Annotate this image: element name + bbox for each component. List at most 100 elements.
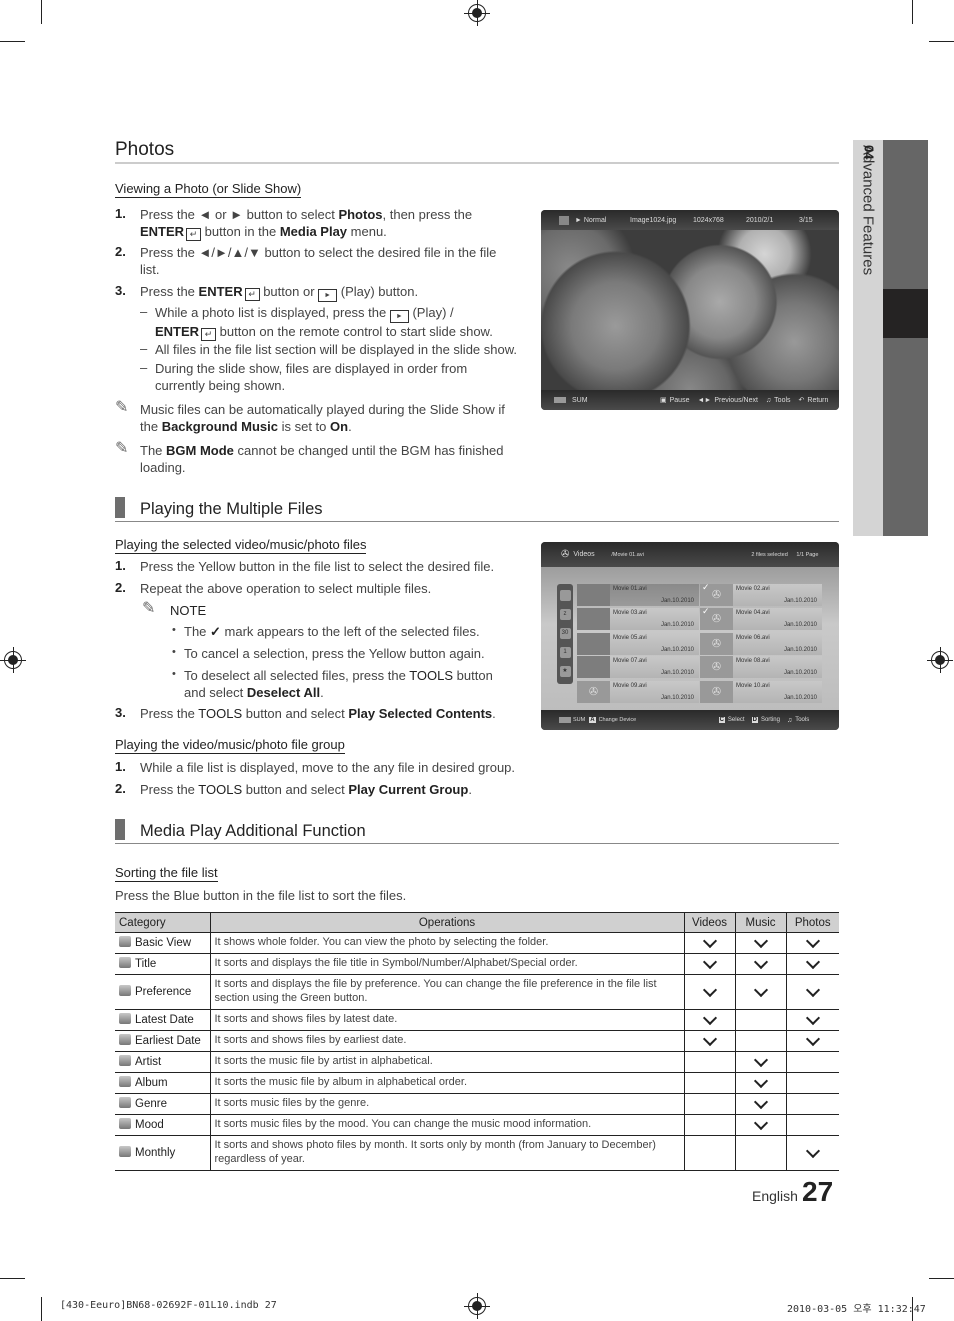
music-support-cell — [734, 1030, 787, 1052]
column-header: Photos — [785, 912, 839, 933]
dash-text: During the slide show, files are display… — [155, 361, 468, 393]
step-text: Press the TOOLS button and select Play C… — [140, 782, 472, 797]
video-thumbnail — [577, 608, 610, 630]
view-mode: ► Normal — [575, 216, 607, 224]
video-file-tile[interactable]: Movie 03.avi Jan.10.2010 — [577, 608, 699, 630]
calendar-icon[interactable]: 30 — [559, 628, 571, 639]
photos-support-cell — [785, 974, 839, 1010]
video-file-date: Jan.10.2010 — [660, 695, 694, 701]
video-file-name: Movie 07.avi — [613, 658, 647, 664]
registration-mark-icon — [927, 647, 953, 673]
photos-support-cell — [785, 1051, 839, 1073]
check-mark-icon: ✓ — [702, 606, 710, 616]
operation-cell: It sorts and displays the file title in … — [209, 953, 685, 975]
note-pencil-icon: ✎ — [142, 600, 156, 617]
sorting-control[interactable]: Sorting — [761, 717, 780, 723]
page-number: 27 — [802, 1176, 834, 1207]
video-file-name: Movie 01.avi — [613, 586, 647, 592]
step-text: Press the ENTER ↵ button or ► (Play) butt… — [140, 283, 520, 302]
dash-text: While a photo list is displayed, press t… — [155, 305, 493, 341]
video-file-tile[interactable]: ✇ ✓ Movie 02.avi Jan.10.2010 — [700, 582, 822, 606]
photo-index: 3/15 — [799, 216, 813, 224]
category-label: Album — [135, 1077, 168, 1089]
video-file-name: Movie 10.avi — [736, 683, 770, 689]
film-reel-icon: ✇ — [700, 681, 733, 703]
video-list-screenshot: ✇ Videos /Movie 01.avi 2 files selected … — [541, 542, 839, 730]
video-file-tile[interactable]: ✇ Movie 09.avi Jan.10.2010 — [577, 681, 699, 703]
video-file-tile[interactable]: Movie 01.avi Jan.10.2010 — [577, 584, 699, 606]
video-file-tile[interactable]: ✇ Movie 06.avi Jan.10.2010 — [700, 633, 822, 655]
category-cell: Artist — [115, 1051, 211, 1073]
c-key-icon: C — [718, 717, 725, 723]
table-row: Mood It sorts music files by the mood. Yo… — [115, 1114, 839, 1136]
check-mark-icon — [702, 933, 717, 949]
video-file-date: Jan.10.2010 — [783, 598, 817, 604]
viewer-info-bar: ► Normal Image1024.jpg 1024x768 2010/2/1… — [541, 210, 839, 230]
column-header: Music — [734, 912, 787, 933]
step-number: 2. — [115, 244, 126, 259]
check-mark-icon — [753, 1115, 768, 1131]
dash-bullet: – — [140, 341, 148, 356]
folder-icon[interactable] — [559, 590, 571, 601]
video-file-tile[interactable]: Movie 05.avi Jan.10.2010 — [577, 633, 699, 655]
chapter-number: 04 — [861, 145, 877, 160]
note-pencil-icon: ✎ — [115, 440, 129, 457]
check-mark-icon — [805, 1031, 820, 1047]
table-row: Preference It sorts and displays the file… — [115, 974, 839, 1010]
table-header-row: Category Operations Videos Music Photos — [115, 912, 839, 933]
category-label: Latest Date — [135, 1014, 194, 1026]
album-icon — [119, 1076, 131, 1087]
check-mark-icon — [753, 1094, 768, 1110]
change-device-control[interactable]: Change Device — [599, 717, 719, 723]
sorting-description: Press the Blue button in the file list t… — [115, 888, 407, 903]
operation-cell: It shows whole folder. You can view the … — [209, 932, 685, 954]
step-text: Repeat the above operation to select mul… — [140, 581, 432, 596]
video-file-tile[interactable]: ✇ ✓ Movie 04.avi Jan.10.2010 — [700, 606, 822, 630]
heading-bar — [115, 497, 125, 518]
current-path: /Movie 01.avi — [611, 551, 644, 558]
genre-icon — [119, 1097, 131, 1108]
chapter-label: 04 Advanced Features — [860, 145, 877, 275]
subsection-title-selected: Playing the selected video/music/photo f… — [115, 537, 367, 554]
operation-cell: It sorts and shows files by latest date. — [209, 1009, 685, 1031]
category-cell: Genre — [115, 1093, 211, 1115]
video-thumbnail — [577, 633, 610, 655]
divider — [115, 521, 839, 522]
video-file-date: Jan.10.2010 — [660, 622, 694, 628]
video-file-tile[interactable]: ✇ Movie 10.avi Jan.10.2010 — [700, 681, 822, 703]
tools-control[interactable]: Tools — [795, 717, 809, 723]
d-key-icon: D — [751, 717, 758, 723]
enter-icon: ↵ — [186, 228, 202, 241]
section-title-multiple: Playing the Multiple Files — [115, 497, 323, 519]
videos-support-cell — [683, 1114, 736, 1136]
video-file-tile[interactable]: Movie 07.avi Jan.10.2010 — [577, 656, 699, 678]
check-mark-icon — [805, 1010, 820, 1026]
crop-mark — [0, 41, 25, 42]
bullet-text: The ✓ mark appears to the left of the se… — [184, 624, 480, 639]
check-mark-icon — [753, 982, 768, 998]
video-file-name: Movie 04.avi — [736, 610, 770, 616]
operation-cell: It sorts the music file by album in alph… — [209, 1072, 685, 1094]
return-icon: ↶ — [798, 397, 805, 404]
dash-bullet: – — [140, 304, 148, 319]
table-row: Album It sorts the music file by album in… — [115, 1072, 839, 1094]
check-mark-icon — [753, 954, 768, 970]
videos-support-cell — [683, 1030, 736, 1052]
video-file-tile[interactable]: ✇ Movie 08.avi Jan.10.2010 — [700, 656, 822, 678]
resolution: 1024x768 — [693, 216, 724, 224]
check-mark-icon — [805, 954, 820, 970]
check-mark-icon — [805, 982, 820, 998]
title-sort-icon[interactable]: z — [559, 609, 571, 620]
videos-support-cell — [683, 1072, 736, 1094]
step-text: Press the ◄ or ► button to select Photos… — [140, 207, 473, 241]
select-control[interactable]: Select — [728, 717, 745, 723]
registration-mark-icon — [464, 0, 490, 26]
crop-mark — [929, 1278, 954, 1279]
operation-cell: It sorts music files by the genre. — [209, 1093, 685, 1115]
registration-mark-icon — [464, 1293, 490, 1319]
category-label: Genre — [135, 1098, 167, 1110]
star-icon[interactable]: ★ — [559, 666, 571, 677]
video-file-date: Jan.10.2010 — [660, 670, 694, 676]
calendar-earliest-icon[interactable]: 1 — [559, 647, 571, 658]
chapter-tab-marker — [883, 289, 928, 338]
